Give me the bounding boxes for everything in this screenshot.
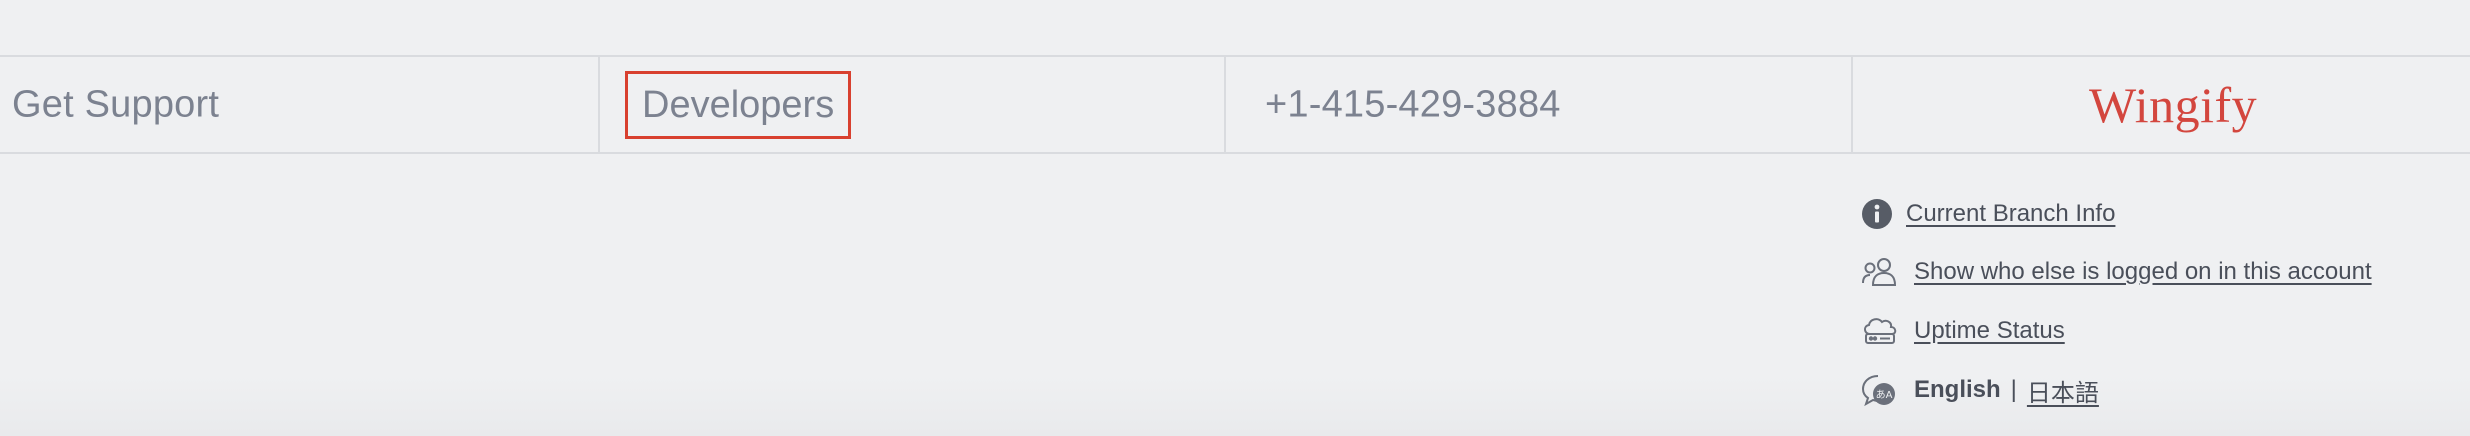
current-branch-info-link[interactable]: Current Branch Info xyxy=(1906,200,2115,228)
get-support-link[interactable]: Get Support xyxy=(12,83,219,126)
footer-nav-bar: Get Support Developers +1-415-429-3884 W… xyxy=(0,55,2470,154)
chat-language-icon: あA xyxy=(1860,368,1906,412)
language-divider: | xyxy=(2010,376,2017,403)
footer-cell-developers[interactable]: Developers xyxy=(598,57,1224,152)
language-row: あA English | 日本語 xyxy=(1860,368,2099,412)
users-icon xyxy=(1860,250,1906,294)
footer-cell-brand[interactable]: Wingify xyxy=(1851,57,2470,152)
developers-highlight-box[interactable]: Developers xyxy=(625,71,852,139)
footer-cell-get-support[interactable]: Get Support xyxy=(0,57,598,152)
show-logged-on-users-link[interactable]: Show who else is logged on in this accou… xyxy=(1914,258,2372,286)
phone-number[interactable]: +1-415-429-3884 xyxy=(1265,83,1561,126)
logged-on-row: Show who else is logged on in this accou… xyxy=(1860,250,2372,294)
language-japanese-link[interactable]: 日本語 xyxy=(2027,373,2099,408)
wingify-logo[interactable]: Wingify xyxy=(2089,76,2257,134)
footer-cell-phone[interactable]: +1-415-429-3884 xyxy=(1224,57,1851,152)
uptime-status-link[interactable]: Uptime Status xyxy=(1914,317,2065,345)
uptime-row: Uptime Status xyxy=(1860,309,2065,353)
svg-text:あA: あA xyxy=(1876,389,1893,401)
branch-info-row: Current Branch Info xyxy=(1860,192,2115,236)
info-circle-icon xyxy=(1860,192,1906,236)
cloud-server-icon xyxy=(1860,309,1906,353)
background-fade xyxy=(0,376,2470,436)
developers-link[interactable]: Developers xyxy=(642,84,834,127)
language-english: English xyxy=(1914,376,2001,403)
